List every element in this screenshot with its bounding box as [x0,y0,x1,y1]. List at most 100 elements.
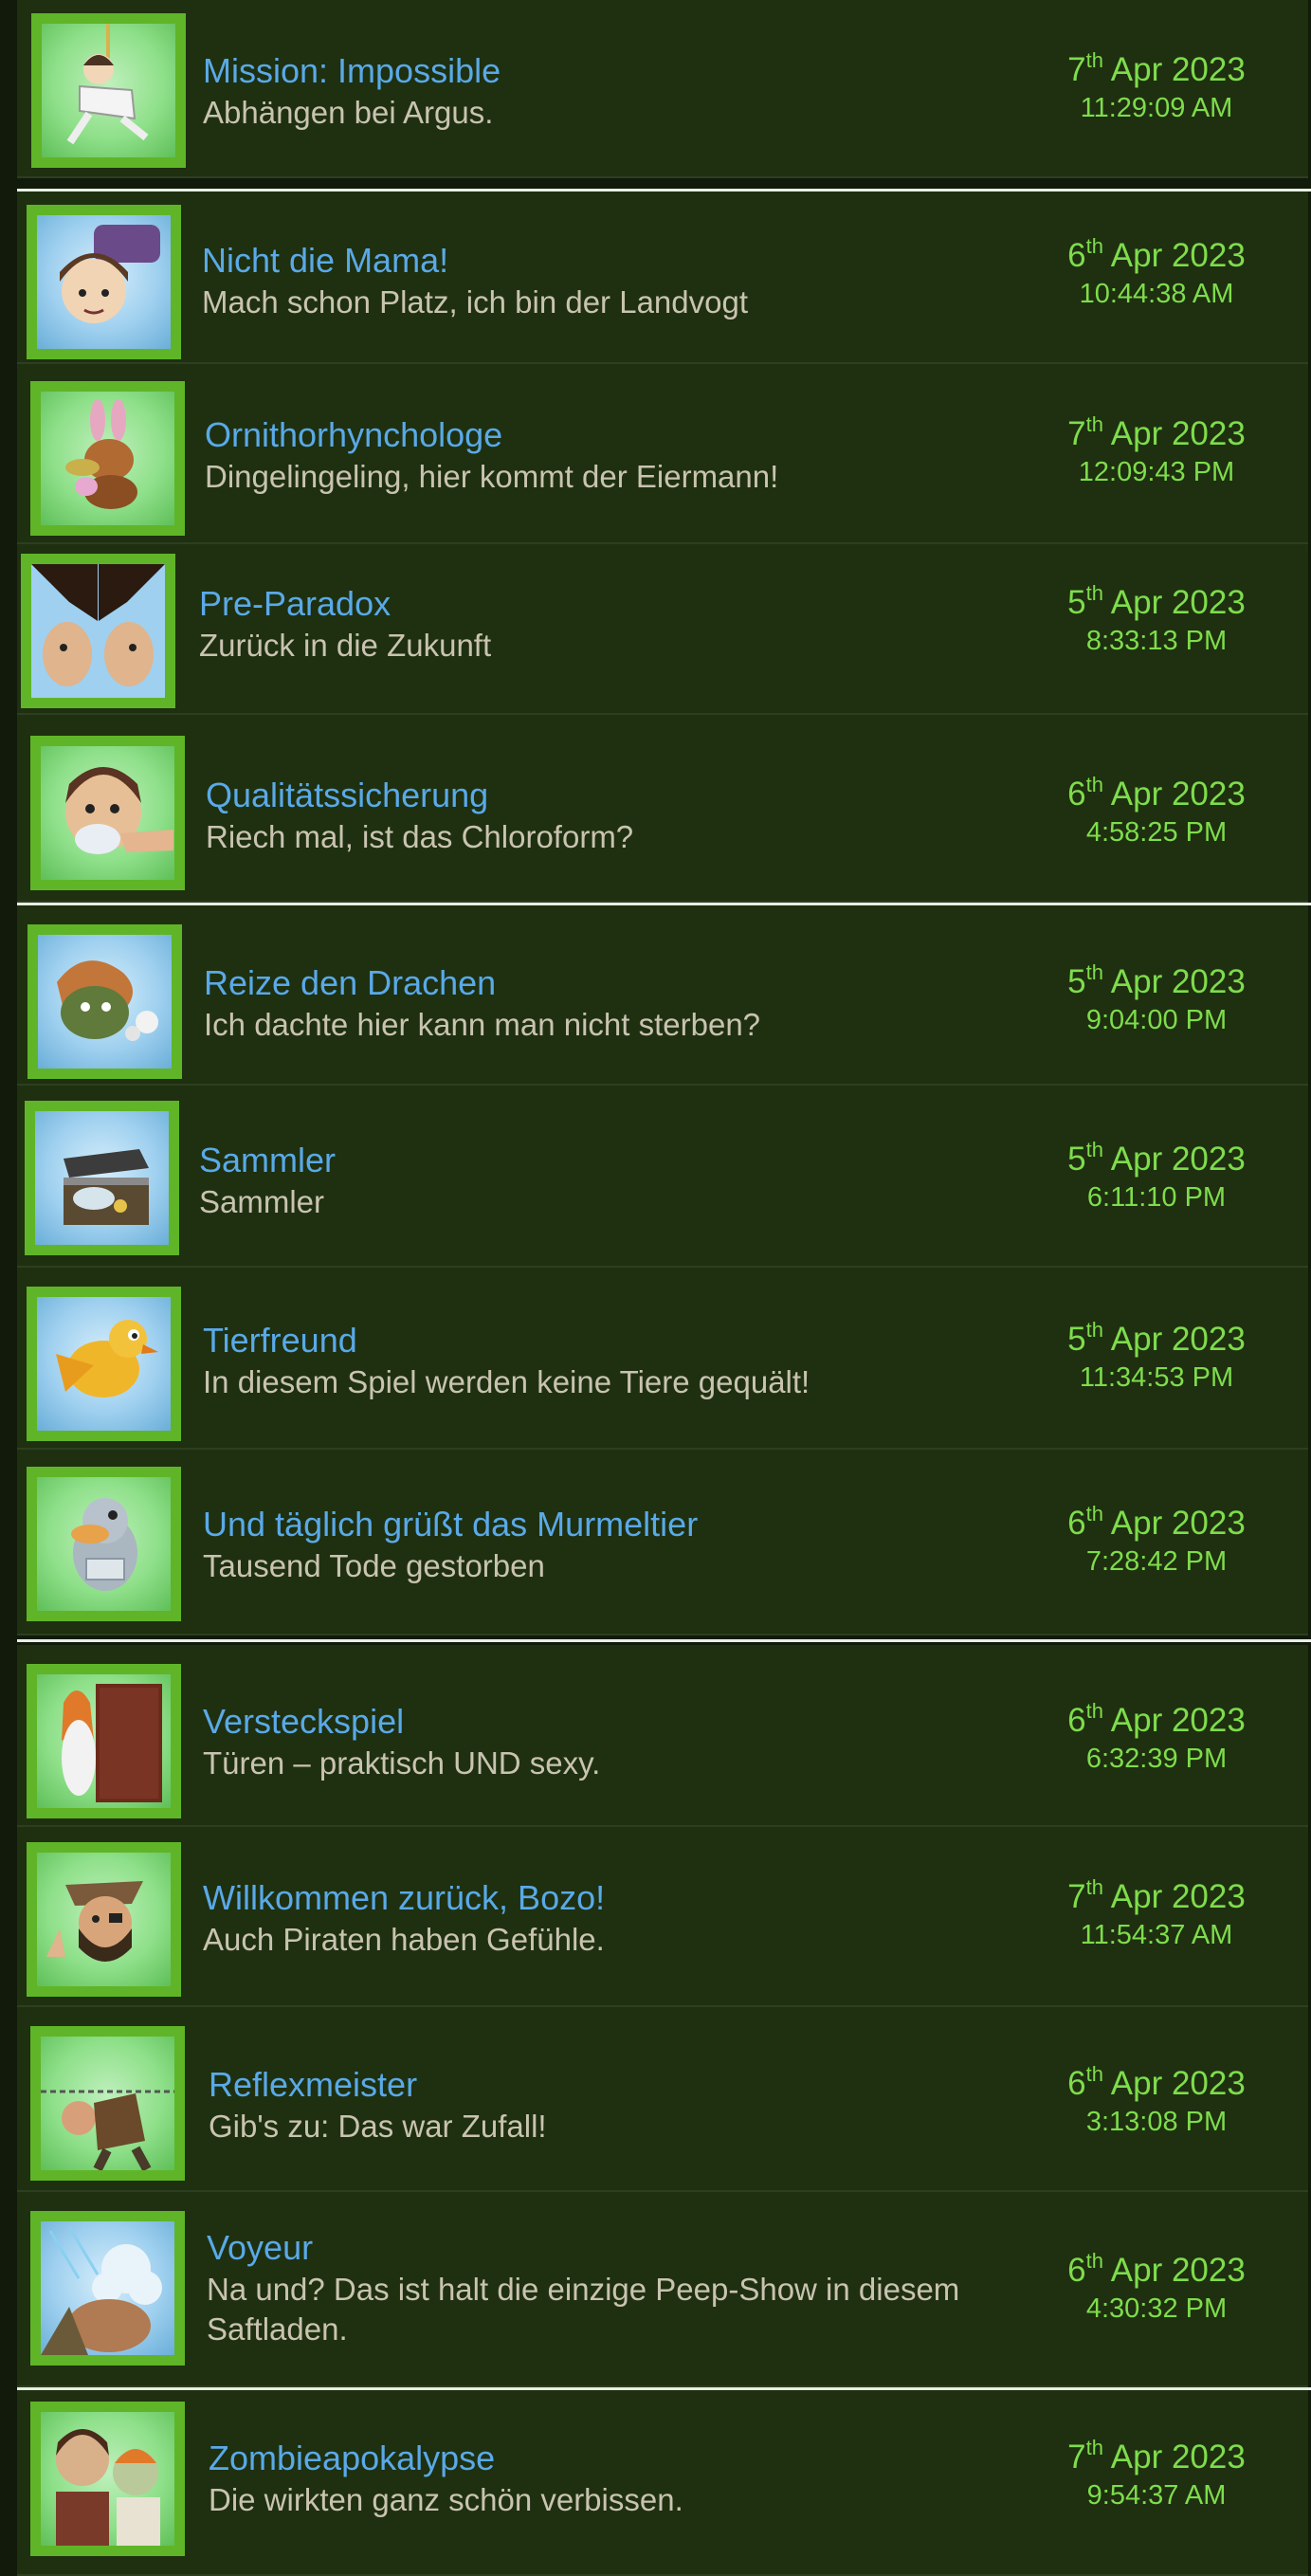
achievement-title: Sammler [199,1141,337,1179]
achievement-row[interactable]: Sammler Sammler 5th Apr 2023 6:11:10 PM [17,1086,1308,1268]
achievement-description: Sammler [199,1184,325,1219]
unlock-day: 7 [1067,415,1086,452]
unlock-date: 7th Apr 2023 [1033,2436,1280,2476]
achievement-title: Zombieapokalypse [209,2439,496,2477]
achievement-row[interactable]: Pre-Paradox Zurück in die Zukunft 5th Apr … [17,544,1308,715]
unlock-month-year: Apr 2023 [1110,963,1246,1000]
unlock-date: 6th Apr 2023 [1033,1504,1280,1543]
chloroform-character-icon [30,736,185,890]
achievement-description: Auch Piraten haben Gefühle. [203,1922,605,1957]
unlock-time: 11:34:53 PM [1079,1362,1234,1393]
dodging-character-icon [30,2026,185,2181]
achievement-row[interactable]: Tierfreund In diesem Spiel werden keine T… [17,1268,1308,1450]
unlock-timestamp: 7th Apr 2023 9:54:37 AM [1033,2436,1280,2512]
day-suffix: th [1085,2436,1103,2459]
shower-icon [30,2211,185,2366]
unlock-day: 7 [1067,1878,1086,1915]
unlock-timestamp: 5th Apr 2023 9:04:00 PM [1033,960,1280,1036]
achievement-row[interactable]: Willkommen zurück, Bozo! Auch Piraten hab… [17,1827,1308,2007]
achievement-row[interactable]: Versteckspiel Türen – praktisch UND sexy.… [17,1645,1308,1827]
unlock-time: 3:13:08 PM [1085,2107,1228,2137]
achievement-row[interactable]: Reflexmeister Gib's zu: Das war Zufall! 6t… [17,2007,1308,2192]
day-suffix: th [1085,412,1103,436]
achievement-row[interactable]: Qualitätssicherung Riech mal, ist das Chl… [17,715,1308,903]
unlock-time: 11:54:37 AM [1080,1920,1233,1950]
unlock-time: 12:09:43 PM [1078,457,1235,487]
group-separator [17,1639,1311,1642]
achievement-row[interactable]: Ornithorhynchologe Dingelingeling, hier k… [17,364,1308,544]
two-faces-icon [21,554,175,708]
unlock-day: 6 [1067,2252,1086,2289]
unlock-month-year: Apr 2023 [1110,1702,1246,1739]
achievement-description: Dingelingeling, hier kommt der Eiermann! [205,459,779,494]
achievement-title: Tierfreund [203,1321,357,1360]
day-suffix: th [1085,1138,1103,1161]
unlock-date: 7th Apr 2023 [1033,1875,1280,1916]
unlock-time: 4:30:32 PM [1085,2293,1228,2324]
achievement-row[interactable]: Und täglich grüßt das Murmeltier Tausend … [17,1450,1308,1635]
day-suffix: th [1085,773,1103,796]
achievement-row[interactable]: Zombieapokalypse Die wirkten ganz schön v… [17,2390,1308,2576]
achievement-title: Ornithorhynchologe [205,415,503,454]
achievement-description: In diesem Spiel werden keine Tiere gequä… [203,1364,810,1399]
unlock-time: 10:44:38 AM [1079,279,1234,309]
achievement-title: Reize den Drachen [204,963,497,1002]
day-suffix: th [1085,2062,1103,2086]
bunny-platypus-icon [30,381,185,536]
unlock-date: 5th Apr 2023 [1033,960,1280,1001]
unlock-month-year: Apr 2023 [1110,1141,1246,1178]
unlock-month-year: Apr 2023 [1110,2252,1246,2289]
unlock-day: 5 [1067,1141,1086,1178]
unlock-time: 7:28:42 PM [1085,1546,1228,1577]
unlock-date: 6th Apr 2023 [1033,1699,1280,1740]
unlock-month-year: Apr 2023 [1110,1878,1246,1915]
achievement-title: Versteckspiel [203,1702,405,1741]
unlock-month-year: Apr 2023 [1110,2439,1246,2476]
unlock-date: 7th Apr 2023 [1033,50,1280,89]
unlock-day: 5 [1067,1321,1086,1358]
achievement-row[interactable]: Voyeur Na und? Das ist halt die einzige P… [17,2192,1308,2387]
unlock-date: 6th Apr 2023 [1033,234,1280,275]
day-suffix: th [1085,581,1103,605]
unlock-time: 4:58:25 PM [1085,817,1228,848]
achievement-description: Gib's zu: Das war Zufall! [209,2109,547,2144]
achievement-description: Riech mal, ist das Chloroform? [206,819,634,854]
achievement-row[interactable]: Nicht die Mama! Mach schon Platz, ich bin… [17,192,1308,364]
unlock-timestamp: 5th Apr 2023 8:33:13 PM [1033,581,1280,657]
day-suffix: th [1085,234,1103,258]
achievement-description: Zurück in die Zukunft [199,628,492,663]
achievement-description: Na und? Das ist halt die einzige Peep-Sh… [207,2272,960,2347]
unlock-month-year: Apr 2023 [1110,51,1246,88]
unlock-day: 7 [1067,2439,1086,2476]
yellow-bird-icon [27,1287,181,1441]
unlock-month-year: Apr 2023 [1110,776,1246,813]
achievement-row[interactable]: Mission: Impossible Abhängen bei Argus. 7t… [17,0,1308,178]
achievement-description: Tausend Tode gestorben [203,1548,545,1583]
unlock-timestamp: 5th Apr 2023 11:34:53 PM [1033,1320,1280,1394]
achievement-row[interactable]: Reize den Drachen Ich dachte hier kann ma… [17,905,1308,1086]
day-suffix: th [1085,2249,1103,2273]
achievement-description: Ich dachte hier kann man nicht sterben? [204,1007,761,1042]
achievement-title: Mission: Impossible [203,51,501,90]
achievement-title: Reflexmeister [209,2065,418,2104]
unlock-timestamp: 6th Apr 2023 6:32:39 PM [1033,1699,1280,1775]
unlock-date: 6th Apr 2023 [1033,2062,1280,2103]
unlock-date: 6th Apr 2023 [1033,2249,1280,2290]
hanging-character-icon [31,13,186,168]
unlock-month-year: Apr 2023 [1110,584,1246,621]
unlock-timestamp: 6th Apr 2023 4:58:25 PM [1033,773,1280,849]
unlock-day: 6 [1067,1505,1086,1542]
day-suffix: th [1085,960,1103,984]
unlock-day: 5 [1067,963,1086,1000]
achievement-description: Mach schon Platz, ich bin der Landvogt [202,284,749,320]
unlock-date: 5th Apr 2023 [1033,581,1280,622]
day-suffix: th [1085,1875,1103,1899]
unlock-date: 6th Apr 2023 [1033,773,1280,813]
unlock-month-year: Apr 2023 [1110,237,1246,274]
unlock-timestamp: 7th Apr 2023 11:29:09 AM [1033,50,1280,124]
unlock-time: 9:54:37 AM [1086,2480,1227,2511]
day-suffix: th [1085,1699,1103,1723]
achievement-title: Pre-Paradox [199,584,391,623]
achievement-description: Die wirkten ganz schön verbissen. [209,2482,683,2517]
achievement-title: Voyeur [207,2228,314,2267]
